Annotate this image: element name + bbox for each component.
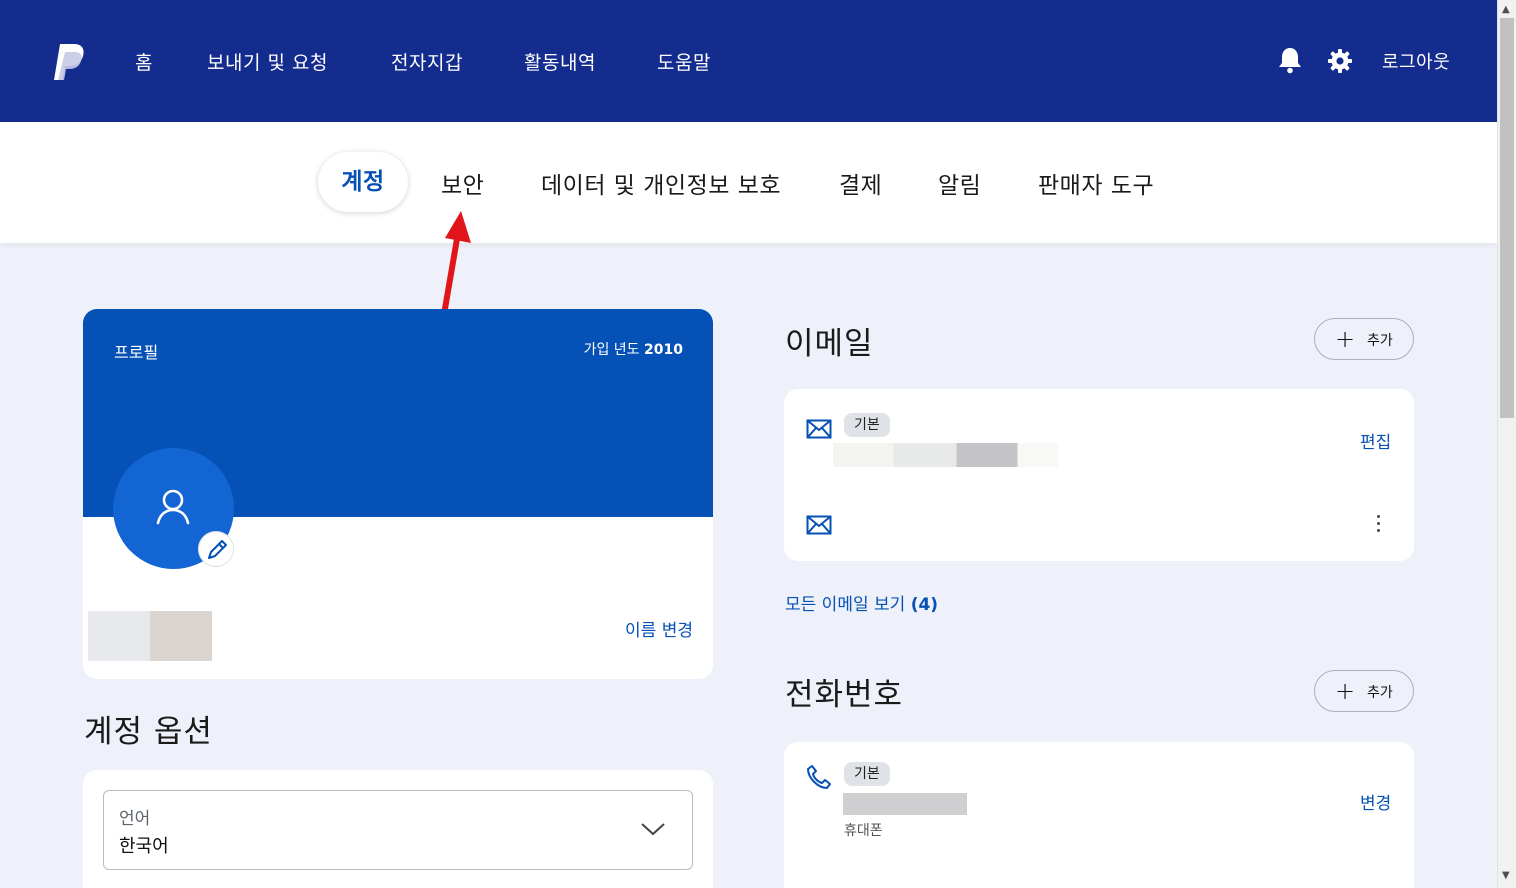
- language-label: 언어: [119, 809, 151, 829]
- nav-home[interactable]: 홈: [135, 48, 153, 75]
- chevron-down-icon: [641, 823, 665, 836]
- primary-phone-redacted: [843, 793, 967, 815]
- tab-security[interactable]: 보안: [441, 166, 484, 200]
- view-all-emails-link[interactable]: 모든 이메일 보기 (4): [785, 590, 938, 615]
- language-select[interactable]: 언어 한국어: [103, 790, 693, 870]
- primary-email-redacted: [833, 443, 1058, 467]
- add-phone-button[interactable]: + 추가: [1314, 670, 1414, 712]
- scrollbar-thumb[interactable]: [1500, 18, 1514, 418]
- nav-wallet[interactable]: 전자지갑: [391, 48, 463, 75]
- paypal-logo[interactable]: [52, 42, 86, 82]
- primary-phone-badge: 기본: [844, 762, 890, 786]
- phone-type-label: 휴대폰: [844, 823, 883, 839]
- phone-icon: [807, 765, 831, 789]
- phone-section-title: 전화번호: [785, 677, 904, 713]
- add-email-label: 추가: [1367, 333, 1393, 349]
- logout-link[interactable]: 로그아웃: [1382, 48, 1450, 74]
- email-section-title: 이메일: [785, 326, 874, 362]
- add-phone-label: 추가: [1367, 685, 1393, 701]
- view-all-emails-label: 모든 이메일 보기: [785, 595, 906, 615]
- envelope-icon: [806, 419, 832, 439]
- pencil-icon: [208, 540, 227, 559]
- member-since: 가입 년도 2010: [584, 339, 683, 359]
- nav-help[interactable]: 도움말: [657, 48, 711, 75]
- change-phone-link[interactable]: 변경: [1360, 789, 1391, 814]
- nav-activity[interactable]: 활동내역: [524, 48, 596, 75]
- edit-email-link[interactable]: 편집: [1360, 428, 1391, 453]
- plus-icon: +: [1335, 325, 1356, 353]
- tab-notifications[interactable]: 알림: [938, 166, 981, 200]
- tab-seller-tools[interactable]: 판매자 도구: [1038, 166, 1154, 200]
- envelope-icon: [806, 515, 832, 535]
- edit-avatar-button[interactable]: [198, 531, 234, 567]
- primary-email-badge: 기본: [844, 413, 890, 437]
- language-value: 한국어: [119, 836, 169, 857]
- plus-icon: +: [1335, 677, 1356, 705]
- tab-account[interactable]: 계정: [318, 152, 408, 212]
- tab-data-privacy[interactable]: 데이터 및 개인정보 보호: [541, 166, 781, 200]
- scroll-down-arrow-icon[interactable]: ▼: [1502, 870, 1510, 881]
- change-name-link[interactable]: 이름 변경: [625, 616, 693, 641]
- settings-tabs: 계정 보안 데이터 및 개인정보 보호 결제 알림 판매자 도구: [0, 122, 1497, 243]
- account-name-redacted: [88, 611, 212, 661]
- tab-payments[interactable]: 결제: [839, 166, 882, 200]
- member-since-year: 2010: [644, 342, 683, 358]
- scroll-up-arrow-icon[interactable]: ▲: [1502, 4, 1510, 15]
- email-more-options-icon[interactable]: [1370, 512, 1386, 538]
- add-email-button[interactable]: + 추가: [1314, 318, 1414, 360]
- nav-send-request[interactable]: 보내기 및 요청: [207, 48, 328, 75]
- profile-label: 프로필: [114, 343, 159, 362]
- profile-card: 프로필 가입 년도 2010 이름 변경: [83, 309, 713, 679]
- account-options-card: 언어 한국어: [83, 770, 713, 888]
- member-since-label: 가입 년도: [583, 342, 640, 358]
- page-scrollbar[interactable]: ▲ ▼: [1497, 0, 1516, 888]
- top-navigation-bar: 홈 보내기 및 요청 전자지갑 활동내역 도움말 로그아웃: [0, 0, 1497, 122]
- bell-icon[interactable]: [1277, 46, 1303, 74]
- account-options-title: 계정 옵션: [84, 714, 213, 750]
- view-all-emails-count: (4): [910, 595, 939, 615]
- gear-icon[interactable]: [1327, 48, 1353, 74]
- person-icon: [156, 489, 190, 525]
